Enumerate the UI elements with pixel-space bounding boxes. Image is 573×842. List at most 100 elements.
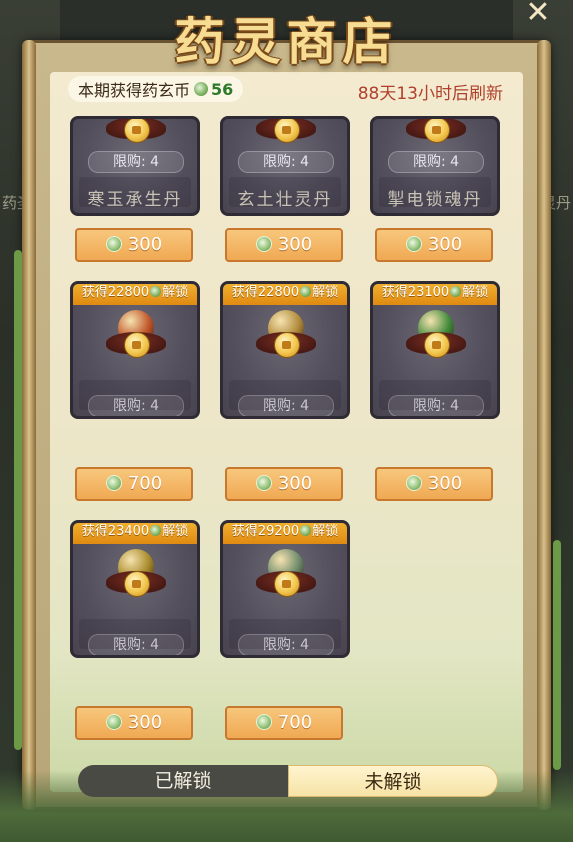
elixir-art: [106, 547, 166, 603]
unlock-requirement: 获得23100 解锁: [373, 284, 497, 305]
price-value: 700: [127, 473, 163, 494]
price-value: 300: [427, 234, 463, 255]
vine-left: [14, 250, 22, 750]
unlock-prefix: 获得: [81, 285, 108, 300]
currency-display: 本期获得药玄币 56: [68, 76, 244, 102]
currency-amount: 56: [211, 79, 234, 99]
yaoxuan-coin-icon: [300, 286, 312, 297]
unlock-prefix: 获得: [231, 524, 258, 539]
lock-icon: [124, 119, 150, 143]
currency-label: 本期获得药玄币: [78, 81, 191, 100]
shop-item-card[interactable]: 获得22800解锁限购: 4炎祖神髓珠700: [70, 281, 200, 501]
title-banner: 药灵商店 ✕: [0, 0, 573, 80]
yaoxuan-coin-icon: [255, 714, 272, 730]
buy-button[interactable]: 300: [225, 467, 343, 501]
shop-item-card[interactable]: 获得29200解锁限购: 4岳祖定界丹700: [220, 520, 350, 740]
purchase-limit: 限购: 4: [388, 395, 484, 416]
unlock-amount: 23100: [407, 285, 450, 300]
shop-item-card[interactable]: 限购: 4 寒玉承生丹 300: [70, 116, 200, 294]
unlock-prefix: 获得: [381, 285, 408, 300]
buy-button[interactable]: 300: [375, 228, 493, 262]
elixir-art: [106, 119, 166, 149]
refresh-timer: 88天13小时后刷新: [357, 84, 503, 104]
yaoxuan-coin-icon: [300, 525, 312, 536]
lock-icon: [424, 332, 450, 358]
frame-post-left: [22, 40, 36, 810]
buy-button[interactable]: 300: [375, 467, 493, 501]
item-frame: 获得29200解锁限购: 4岳祖定界丹: [220, 520, 350, 658]
unlock-amount: 29200: [257, 524, 300, 539]
unlock-suffix: 解锁: [462, 285, 489, 300]
lock-icon: [124, 571, 150, 597]
elixir-art: [256, 308, 316, 364]
shop-item-card[interactable]: 限购: 4 玄土壮灵丹 300: [220, 116, 350, 294]
unlock-requirement: 获得22800 解锁: [223, 284, 347, 305]
buy-button[interactable]: 700: [75, 467, 193, 501]
yaoxuan-coin-icon: [150, 525, 162, 536]
item-name: 玄土壮灵丹: [237, 190, 333, 210]
elixir-art: [406, 308, 466, 364]
purchase-limit: 限购: 4: [88, 634, 184, 655]
unlock-amount: 23400: [107, 524, 150, 539]
item-frame: 获得23100解锁限购: 4幽碧愈心丹: [370, 281, 500, 419]
lock-icon: [274, 571, 300, 597]
item-frame: 获得22800解锁限购: 4镇岳破天丹: [220, 281, 350, 419]
unlock-amount: 22800: [107, 285, 150, 300]
yaoxuan-coin-icon: [255, 475, 272, 491]
buy-button[interactable]: 300: [225, 228, 343, 262]
elixir-art: [256, 119, 316, 149]
purchase-limit: 限购: 4: [88, 395, 184, 416]
tab-locked[interactable]: 未解锁: [288, 765, 498, 797]
unlock-requirement: 获得29200 解锁: [223, 523, 347, 544]
item-name: 掣电锁魂丹: [387, 190, 483, 210]
price-value: 300: [127, 712, 163, 733]
tab-bar: 已解锁 未解锁: [60, 765, 513, 799]
elixir-art: [106, 308, 166, 364]
price-value: 300: [277, 234, 313, 255]
purchase-limit: 限购: 4: [238, 151, 334, 173]
purchase-limit: 限购: 4: [88, 151, 184, 173]
price-value: 300: [127, 234, 163, 255]
item-frame: 限购: 4 寒玉承生丹: [70, 116, 200, 216]
unlock-suffix: 解锁: [162, 285, 189, 300]
yaoxuan-coin-icon: [105, 236, 122, 252]
elixir-art: [256, 547, 316, 603]
vine-right: [553, 540, 561, 770]
yaoxuan-coin-icon: [450, 286, 462, 297]
tab-unlocked[interactable]: 已解锁: [78, 765, 288, 797]
unlock-requirement: 获得22800 解锁: [73, 284, 197, 305]
elixir-art: [406, 119, 466, 149]
buy-button[interactable]: 300: [75, 706, 193, 740]
item-frame: 获得22800解锁限购: 4炎祖神髓珠: [70, 281, 200, 419]
yaoxuan-coin-icon: [255, 236, 272, 252]
yaoxuan-coin-icon: [150, 286, 162, 297]
shop-item-card[interactable]: 限购: 4 掣电锁魂丹 300: [370, 116, 500, 294]
frame-post-right: [537, 40, 551, 810]
shop-item-card[interactable]: 获得23100解锁限购: 4幽碧愈心丹300: [370, 281, 500, 501]
lock-icon: [274, 332, 300, 358]
yaoxuan-coin-icon: [105, 714, 122, 730]
unlock-suffix: 解锁: [312, 285, 339, 300]
item-frame: 限购: 4 玄土壮灵丹: [220, 116, 350, 216]
lock-icon: [274, 119, 300, 143]
lock-icon: [124, 332, 150, 358]
close-icon[interactable]: ✕: [521, 0, 555, 28]
unlock-amount: 22800: [257, 285, 300, 300]
buy-button[interactable]: 700: [225, 706, 343, 740]
yaoxuan-coin-icon: [405, 475, 422, 491]
price-value: 300: [277, 473, 313, 494]
price-value: 700: [277, 712, 313, 733]
unlock-requirement: 获得23400 解锁: [73, 523, 197, 544]
purchase-limit: 限购: 4: [238, 395, 334, 416]
unlock-prefix: 获得: [81, 524, 108, 539]
shop-item-card[interactable]: 获得23400解锁限购: 4阳清涤愈丹300: [70, 520, 200, 740]
unlock-suffix: 解锁: [162, 524, 189, 539]
yaoxuan-coin-icon: [194, 82, 209, 96]
unlock-prefix: 获得: [231, 285, 258, 300]
yaoxuan-coin-icon: [405, 236, 422, 252]
unlock-suffix: 解锁: [312, 524, 339, 539]
buy-button[interactable]: 300: [75, 228, 193, 262]
price-value: 300: [427, 473, 463, 494]
shop-item-card[interactable]: 获得22800解锁限购: 4镇岳破天丹300: [220, 281, 350, 501]
lock-icon: [424, 119, 450, 143]
